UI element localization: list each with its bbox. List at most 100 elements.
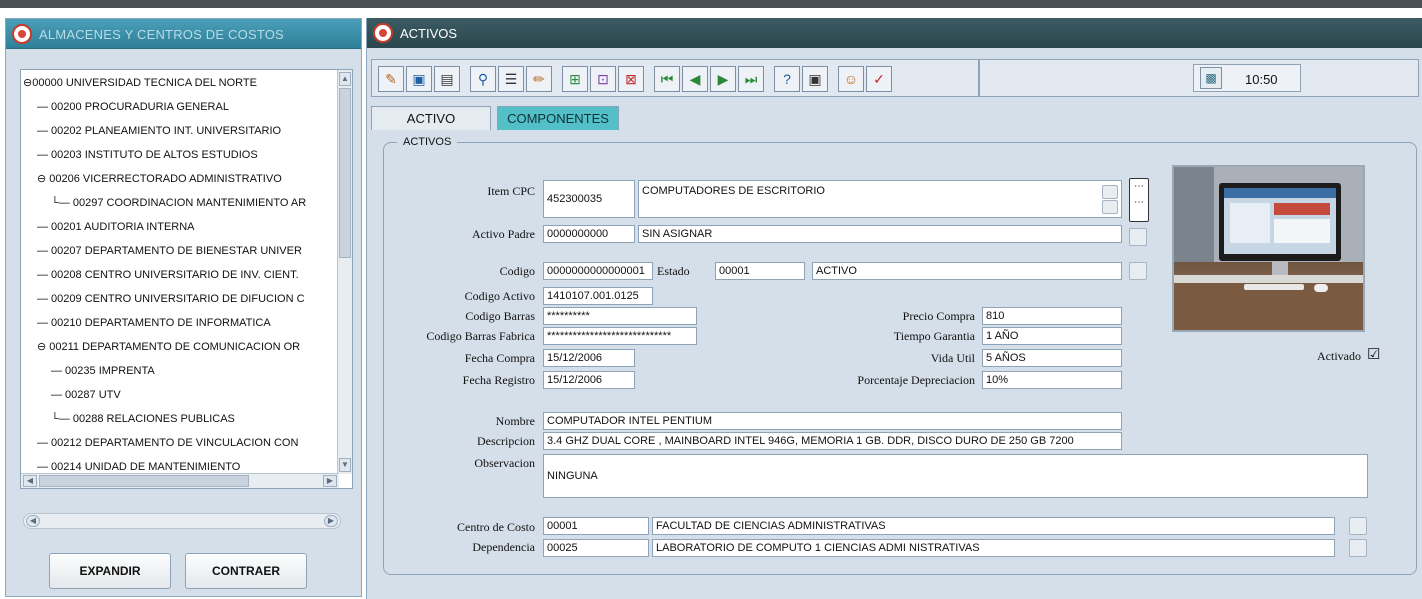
centro-costo-description-field[interactable]: FACULTAD DE CIENCIAS ADMINISTRATIVAS bbox=[652, 517, 1335, 535]
delete-record-icon[interactable]: ⊠ bbox=[618, 66, 644, 92]
next-record-icon[interactable]: ▶ bbox=[710, 66, 736, 92]
tree-node[interactable]: — 00202 PLANEAMIENTO INT. UNIVERSITARIO bbox=[37, 121, 281, 141]
cost-center-tree: ⊖00000 UNIVERSIDAD TECNICA DEL NORTE — 0… bbox=[20, 69, 353, 489]
dependencia-description-field[interactable]: LABORATORIO DE COMPUTO 1 CIENCIAS ADMI N… bbox=[652, 539, 1335, 557]
tree-node[interactable]: — 00207 DEPARTAMENTO DE BIENESTAR UNIVER bbox=[37, 241, 302, 261]
toolbar: ✎ ▣ ▤ ⚲ ☰ ✏ ⊞ ⊡ ⊠ ⏮ ◀ ▶ ⏭ ? ▣ ☺ ✓ bbox=[371, 59, 979, 97]
tree-node[interactable]: — 00208 CENTRO UNIVERSITARIO DE INV. CIE… bbox=[37, 265, 299, 285]
scroll-right-icon[interactable]: ▶ bbox=[324, 515, 338, 527]
tree-node[interactable]: ⊖ 00211 DEPARTAMENTO DE COMUNICACION OR bbox=[37, 337, 300, 357]
porcentaje-depreciacion-field[interactable]: 10% bbox=[982, 371, 1122, 389]
vida-util-label: Vida Util bbox=[930, 351, 975, 365]
scroll-down-icon[interactable]: ▼ bbox=[339, 458, 351, 472]
dependencia-code-field[interactable]: 00025 bbox=[543, 539, 649, 557]
collapse-button[interactable]: CONTRAER bbox=[185, 553, 307, 589]
fecha-compra-field[interactable]: 15/12/2006 bbox=[543, 349, 635, 367]
last-record-icon[interactable]: ⏭ bbox=[738, 66, 764, 92]
scroll-thumb[interactable] bbox=[39, 475, 249, 487]
edit-icon[interactable]: ✏ bbox=[526, 66, 552, 92]
app-screen: ALMACENES Y CENTROS DE COSTOS ⊖00000 UNI… bbox=[0, 0, 1422, 599]
tree-node[interactable]: — 00209 CENTRO UNIVERSITARIO DE DIFUCION… bbox=[37, 289, 305, 309]
assets-titlebar: ACTIVOS bbox=[367, 18, 1422, 48]
tree-node[interactable]: — 00200 PROCURADURIA GENERAL bbox=[37, 97, 229, 117]
tiempo-garantia-field[interactable]: 1 AÑO bbox=[982, 327, 1122, 345]
scroll-up-icon[interactable] bbox=[1102, 185, 1118, 199]
search-icon[interactable]: ⚲ bbox=[470, 66, 496, 92]
scroll-left-icon[interactable]: ◀ bbox=[26, 515, 40, 527]
user-icon[interactable]: ☺ bbox=[838, 66, 864, 92]
tree-node[interactable]: — 00201 AUDITORIA INTERNA bbox=[37, 217, 195, 237]
item-cpc-code-field[interactable]: 452300035 bbox=[543, 180, 635, 218]
calendar-icon[interactable]: ▩ bbox=[1200, 67, 1222, 89]
tree-node[interactable]: — 00203 INSTITUTO DE ALTOS ESTUDIOS bbox=[37, 145, 258, 165]
tab-componentes[interactable]: COMPONENTES bbox=[497, 106, 619, 130]
observacion-field[interactable]: NINGUNA bbox=[543, 454, 1368, 498]
previous-record-icon[interactable]: ◀ bbox=[682, 66, 708, 92]
insert-record-icon[interactable]: ⊞ bbox=[562, 66, 588, 92]
centro-costo-lookup-button[interactable] bbox=[1349, 517, 1367, 535]
codigo-barras-field[interactable]: ********** bbox=[543, 307, 697, 325]
item-cpc-description-field[interactable]: COMPUTADORES DE ESCRITORIO bbox=[638, 180, 1122, 218]
tree-node[interactable]: ⊖ 00206 VICERRECTORADO ADMINISTRATIVO bbox=[37, 169, 282, 189]
precio-compra-field[interactable]: 810 bbox=[982, 307, 1122, 325]
tree-node[interactable]: — 00235 IMPRENTA bbox=[51, 361, 155, 381]
descripcion-field[interactable]: 3.4 GHZ DUAL CORE , MAINBOARD INTEL 946G… bbox=[543, 432, 1122, 450]
list-icon[interactable]: ☰ bbox=[498, 66, 524, 92]
scroll-left-icon[interactable]: ◀ bbox=[23, 475, 37, 487]
estado-description-field[interactable]: ACTIVO bbox=[812, 262, 1122, 280]
print-icon[interactable]: ▤ bbox=[434, 66, 460, 92]
scroll-up-icon[interactable]: ▲ bbox=[339, 72, 351, 86]
secondary-horizontal-scrollbar[interactable]: ◀ ▶ bbox=[23, 513, 341, 529]
centro-costo-code-field[interactable]: 00001 bbox=[543, 517, 649, 535]
dependencia-lookup-button[interactable] bbox=[1349, 539, 1367, 557]
fecha-registro-field[interactable]: 15/12/2006 bbox=[543, 371, 635, 389]
tree-node[interactable]: — 00212 DEPARTAMENTO DE VINCULACION CON bbox=[37, 433, 298, 453]
cost-centers-titlebar: ALMACENES Y CENTROS DE COSTOS bbox=[6, 19, 361, 49]
tree-node[interactable]: — 00287 UTV bbox=[51, 385, 121, 405]
codigo-barras-fabrica-field[interactable]: ***************************** bbox=[543, 327, 697, 345]
help-icon[interactable]: ? bbox=[774, 66, 800, 92]
tree-node[interactable]: ⊖00000 UNIVERSIDAD TECNICA DEL NORTE bbox=[23, 73, 257, 93]
tree-vertical-scrollbar[interactable]: ▲ ▼ bbox=[337, 70, 352, 474]
codigo-activo-field[interactable]: 1410107.001.0125 bbox=[543, 287, 653, 305]
codigo-field[interactable]: 0000000000000001 bbox=[543, 262, 653, 280]
clear-icon[interactable]: ✎ bbox=[378, 66, 404, 92]
tab-activo[interactable]: ACTIVO bbox=[371, 106, 491, 130]
activado-checkbox[interactable]: ☑ bbox=[1367, 345, 1383, 364]
codigo-label: Codigo bbox=[499, 264, 535, 278]
codigo-activo-label: Codigo Activo bbox=[464, 289, 535, 303]
check-icon[interactable]: ✓ bbox=[866, 66, 892, 92]
update-record-icon[interactable]: ⊡ bbox=[590, 66, 616, 92]
tree-horizontal-scrollbar[interactable]: ◀ ▶ bbox=[21, 473, 339, 488]
tree-node[interactable]: └— 00297 COORDINACION MANTENIMIENTO AR bbox=[51, 193, 306, 213]
estado-lookup-button[interactable] bbox=[1129, 262, 1147, 280]
tree-node[interactable]: — 00210 DEPARTAMENTO DE INFORMATICA bbox=[37, 313, 271, 333]
dependencia-label: Dependencia bbox=[472, 540, 535, 554]
save-icon[interactable]: ▣ bbox=[406, 66, 432, 92]
lookup-icon[interactable]: ⋯ ⋯ bbox=[1129, 178, 1149, 222]
nombre-label: Nombre bbox=[495, 414, 535, 428]
nombre-field[interactable]: COMPUTADOR INTEL PENTIUM bbox=[543, 412, 1122, 430]
estado-code-field[interactable]: 00001 bbox=[715, 262, 805, 280]
porcentaje-depreciacion-label: Porcentaje Depreciacion bbox=[857, 373, 975, 387]
clock-time: 10:50 bbox=[1245, 72, 1278, 87]
cost-centers-title: ALMACENES Y CENTROS DE COSTOS bbox=[39, 27, 284, 42]
fecha-registro-label: Fecha Registro bbox=[462, 373, 535, 387]
scroll-down-icon[interactable] bbox=[1102, 200, 1118, 214]
assets-title: ACTIVOS bbox=[400, 26, 458, 41]
centro-costo-label: Centro de Costo bbox=[457, 520, 535, 534]
activo-padre-code-field[interactable]: 0000000000 bbox=[543, 225, 635, 243]
expand-button[interactable]: EXPANDIR bbox=[49, 553, 171, 589]
exit-icon[interactable]: ▣ bbox=[802, 66, 828, 92]
activo-padre-description-field[interactable]: SIN ASIGNAR bbox=[638, 225, 1122, 243]
tree-node[interactable]: └— 00288 RELACIONES PUBLICAS bbox=[51, 409, 235, 429]
activo-padre-lookup-button[interactable] bbox=[1129, 228, 1147, 246]
scroll-thumb[interactable] bbox=[339, 88, 351, 258]
assets-window: ACTIVOS ✎ ▣ ▤ ⚲ ☰ ✏ ⊞ ⊡ ⊠ ⏮ ◀ ▶ ⏭ ? ▣ ☺ … bbox=[366, 18, 1422, 599]
descripcion-label: Descripcion bbox=[477, 434, 535, 448]
codigo-barras-label: Codigo Barras bbox=[465, 309, 535, 323]
first-record-icon[interactable]: ⏮ bbox=[654, 66, 680, 92]
vida-util-field[interactable]: 5 AÑOS bbox=[982, 349, 1122, 367]
scroll-right-icon[interactable]: ▶ bbox=[323, 475, 337, 487]
computer-photo-icon bbox=[1174, 167, 1363, 330]
